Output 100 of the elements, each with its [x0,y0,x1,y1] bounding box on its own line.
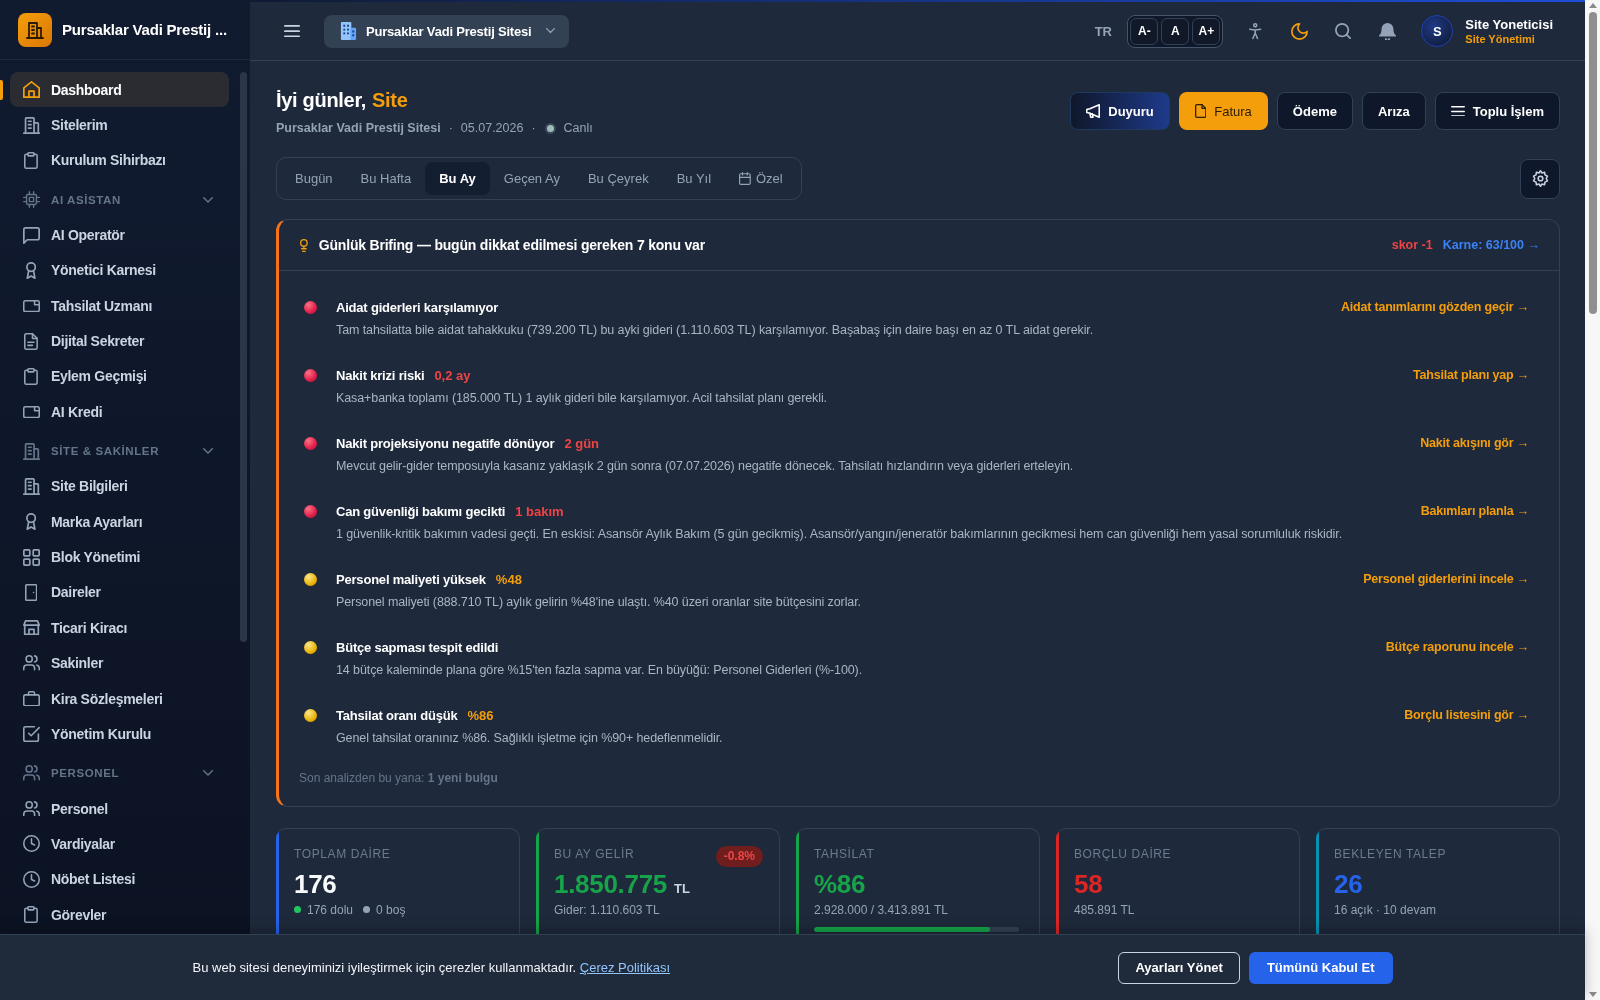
cookie-notice: Bu web sitesi deneyiminizi iyileştirmek için çerezler kullanmaktadır. Çerez Politikası [192,960,671,975]
chip-icon [22,191,40,209]
stat-value: 176 [294,867,337,900]
sidebar-section-header[interactable]: PERSONEL [10,755,229,791]
action-link[interactable]: Aidat tanımlarını gözden geçir → [1340,300,1529,314]
period-tab[interactable]: Bu Hafta [346,162,426,195]
finding-description: 1 güvenlik-kritik bakımın vadesi geçti. En eskisi: Asansör Aylık Bakım (5 gün gecikmiş). Asansör/yangın/jeneratör bakımlarının gecikmesi hem can güvenliği hem yasal sorumluluk riskidir. [336,525,1344,543]
cookie-button[interactable]: Ayarları Yönet [1118,951,1240,984]
site-selector[interactable]: Pursaklar Vadi Prestij Sitesi [324,14,570,48]
sidebar-item[interactable]: Personel [10,790,229,827]
sidebar-item[interactable]: AI Operatör [10,217,229,253]
sidebar-item[interactable]: Kira Sözleşmeleri [10,680,229,717]
sidebar-item[interactable]: Vardiyalar [10,826,229,862]
period-tab[interactable]: Bu Yıl [662,162,726,195]
sidebar-item[interactable]: Yönetim Kurulu [10,716,229,752]
stat-label: BU AY GELİR [554,845,635,862]
settings-button[interactable] [1520,158,1560,199]
sidebar-item[interactable]: Yönetici Karnesi [10,252,229,289]
status-dot-icon [544,123,556,134]
sidebar-section-header[interactable]: AI ASİSTAN [10,182,229,218]
sidebar-item[interactable]: AI Kredi [10,394,229,430]
period-tab[interactable]: Bugün [281,162,347,195]
office-building-icon [340,21,357,41]
users-icon [22,800,40,817]
stat-value: 1.850.775 [554,867,667,900]
action-link[interactable]: Bütçe raporunu incele → [1385,640,1529,654]
grid-icon [22,548,40,566]
search-icon[interactable] [1335,23,1352,39]
action-link[interactable]: Personel giderlerini incele → [1363,572,1529,586]
scrollbar[interactable] [1585,0,1600,1000]
user-name: Site Yoneticisi [1465,17,1553,32]
legend-text: 0 boş [376,901,406,919]
sidebar-item[interactable]: Dashboard [10,72,229,108]
sidebar-item[interactable]: Kurulum Sihirbazı [10,142,229,179]
sidebar-item[interactable]: Sitelerim [10,107,229,143]
action-link[interactable]: Borçlu listesini gör → [1404,708,1529,722]
finding-tag: %86 [467,707,494,723]
cookie-button[interactable]: Tümünü Kabul Et [1248,951,1393,984]
report-card-link[interactable]: Karne: 63/100 → [1442,238,1540,252]
font-size-button[interactable]: A [1161,17,1190,45]
lightbulb-icon [300,238,308,252]
period-tab[interactable]: Geçen Ay [489,162,574,195]
arrow-down-icon[interactable] [1588,992,1597,997]
language-button[interactable]: TR [1087,16,1120,46]
action-button[interactable]: Arıza [1361,92,1426,130]
sidebar-item[interactable]: Daireler [10,574,229,611]
clock-icon [22,835,40,853]
greeting-name: Site [372,88,408,113]
sidebar-item[interactable]: Marka Ayarları [10,504,229,540]
action-button[interactable]: Fatura [1178,92,1268,130]
separator: · [531,120,536,137]
stat-label: TAHSİLAT [814,845,875,862]
font-size-button[interactable]: A+ [1192,17,1221,45]
action-link[interactable]: Bakımları planla → [1420,504,1529,518]
finding-title: Can güvenliği bakımı gecikti [336,503,506,519]
action-link[interactable]: Tahsilat planı yap → [1413,368,1529,382]
legend-text: 176 dolu [307,901,354,919]
cookie-policy-link[interactable]: Çerez Politikası [579,960,671,975]
action-link[interactable]: Nakit akışını gör → [1420,436,1529,450]
sidebar-item[interactable]: Site Bilgileri [10,468,229,505]
sidebar-item[interactable]: Eylem Geçmişi [10,358,229,395]
user-avatar[interactable]: S [1421,15,1454,47]
status-text: Canlı [563,120,593,137]
sidebar-item[interactable]: Tahsilat Uzmanı [10,288,229,324]
action-button[interactable]: Duyuru [1070,92,1170,130]
font-size-button[interactable]: A- [1130,17,1159,45]
arrow-up-icon[interactable] [1588,3,1597,8]
sidebar-item[interactable]: Sakinler [10,645,229,681]
bell-icon[interactable] [1378,22,1396,40]
finding-title: Nakit krizi riski [336,367,425,383]
action-button[interactable]: Ödeme [1276,92,1353,130]
stat-detail: 2.928.000 / 3.413.891 TL [814,901,948,919]
building-icon [22,477,40,495]
sidebar-item[interactable]: Ticari Kiracı [10,610,229,646]
users-icon [22,765,40,781]
sidebar-section-header[interactable]: SİTE & SAKİNLER [10,433,229,469]
clock-icon [22,870,40,888]
ribbon-icon [25,513,37,531]
sidebar-item[interactable]: Dijital Sekreter [10,323,229,359]
finding-tag: %48 [495,571,522,587]
stat-detail: 485.891 TL [1074,901,1135,919]
stat-label: BORÇLU DAİRE [1074,845,1172,862]
clipboard-icon [24,906,38,924]
building-logo-icon[interactable] [18,12,52,47]
period-tab[interactable]: Özel [725,162,797,195]
wallet-icon [22,299,40,312]
scrollbar-thumb[interactable] [1588,12,1597,314]
sidebar-item[interactable]: Görevler [10,896,229,933]
building-icon [22,442,40,460]
finding-description: Personel maliyeti (888.710 TL) aylık gelirin %48'ine ulaştı. %40 üzeri oranlar site bütçesini zorlar. [336,593,862,611]
moon-icon[interactable] [1290,22,1308,40]
accessibility-icon[interactable] [1249,22,1262,40]
period-tab[interactable]: Bu Ay [425,162,490,195]
scrollbar-thumb[interactable] [240,72,247,642]
action-button[interactable]: Toplu İşlem [1434,92,1560,130]
sidebar-item[interactable]: Blok Yönetimi [10,539,229,575]
menu-icon[interactable] [284,24,300,38]
separator: · [448,120,453,137]
sidebar-item[interactable]: Nöbet Listesi [10,861,229,897]
period-tab[interactable]: Bu Çeyrek [573,162,663,195]
